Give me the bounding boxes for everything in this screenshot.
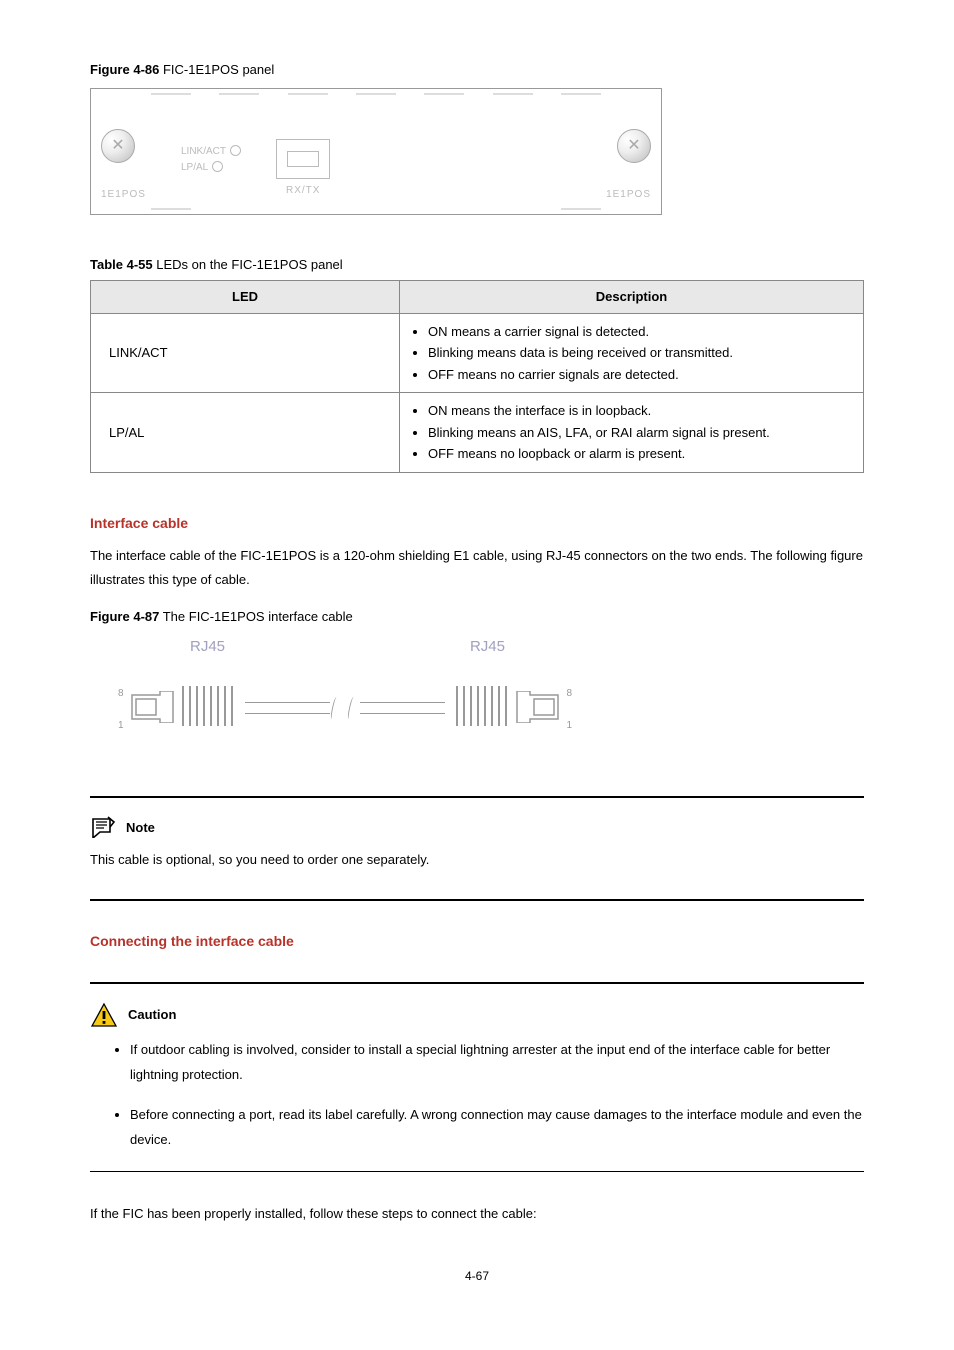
led-lpal-label: LP/AL bbox=[181, 162, 208, 173]
cable-pins-right bbox=[452, 686, 512, 726]
table-row: LINK/ACT ON means a carrier signal is de… bbox=[91, 313, 864, 393]
note-header: Note bbox=[90, 816, 864, 838]
caution-list: If outdoor cabling is involved, consider… bbox=[90, 1038, 864, 1153]
bullet: ON means a carrier signal is detected. bbox=[428, 322, 853, 342]
figure-86-title: FIC-1E1POS panel bbox=[159, 62, 274, 77]
cable-diagram: RJ45 RJ45 8 1 8 1 bbox=[130, 636, 560, 756]
pin-1-right: 1 bbox=[566, 718, 572, 733]
rj45-port-icon bbox=[276, 139, 330, 179]
figure-87-title: The FIC-1E1POS interface cable bbox=[159, 609, 352, 624]
led-indicator-icon bbox=[230, 145, 241, 156]
td-led-name: LP/AL bbox=[91, 393, 400, 473]
note-icon bbox=[90, 816, 116, 838]
cable-break-icon bbox=[330, 696, 360, 720]
bullet: Blinking means an AIS, LFA, or RAI alarm… bbox=[428, 423, 853, 443]
led-indicator-icon bbox=[212, 161, 223, 172]
panel-model-left: 1E1POS bbox=[101, 187, 146, 202]
bullet: OFF means no carrier signals are detecte… bbox=[428, 365, 853, 385]
panel-top-dashes bbox=[151, 93, 601, 95]
caution-label: Caution bbox=[128, 1005, 176, 1025]
td-led-desc: ON means a carrier signal is detected. B… bbox=[400, 313, 864, 393]
table-row: LP/AL ON means the interface is in loopb… bbox=[91, 393, 864, 473]
interface-cable-paragraph: The interface cable of the FIC-1E1POS is… bbox=[90, 544, 864, 593]
note-text: This cable is optional, so you need to o… bbox=[90, 848, 864, 873]
connecting-heading: Connecting the interface cable bbox=[90, 931, 864, 952]
figure-86-label: Figure 4-86 bbox=[90, 62, 159, 77]
rj45-label-left: RJ45 bbox=[190, 636, 225, 659]
led-table: LED Description LINK/ACT ON means a carr… bbox=[90, 280, 864, 473]
bullet: ON means the interface is in loopback. bbox=[428, 401, 853, 421]
separator bbox=[90, 796, 864, 798]
th-led: LED bbox=[91, 281, 400, 314]
table-55-label: Table 4-55 bbox=[90, 257, 153, 272]
table-55-title: LEDs on the FIC-1E1POS panel bbox=[153, 257, 343, 272]
caution-bullet-1: If outdoor cabling is involved, consider… bbox=[130, 1038, 864, 1087]
rj45-label-right: RJ45 bbox=[470, 636, 505, 659]
screw-icon: ✕ bbox=[617, 129, 651, 163]
pin-8-left: 8 bbox=[118, 686, 124, 701]
panel-bottom-dashes bbox=[151, 208, 601, 210]
bullet: Blinking means data is being received or… bbox=[428, 343, 853, 363]
separator bbox=[90, 982, 864, 984]
led-linkact-label: LINK/ACT bbox=[181, 146, 226, 157]
table-55-caption: Table 4-55 LEDs on the FIC-1E1POS panel bbox=[90, 255, 864, 275]
separator bbox=[90, 1171, 864, 1172]
figure-87-caption: Figure 4-87 The FIC-1E1POS interface cab… bbox=[90, 607, 864, 627]
th-description: Description bbox=[400, 281, 864, 314]
fic-panel-diagram: ✕ ✕ LINK/ACT LP/AL RX/TX 1E1POS 1E1POS bbox=[90, 88, 662, 215]
panel-model-right: 1E1POS bbox=[606, 187, 651, 202]
figure-87-label: Figure 4-87 bbox=[90, 609, 159, 624]
panel-led-labels: LINK/ACT LP/AL bbox=[181, 144, 241, 176]
td-led-name: LINK/ACT bbox=[91, 313, 400, 393]
rj45-connector-icon bbox=[515, 691, 560, 723]
rj45-connector-icon bbox=[130, 691, 175, 723]
bullet: OFF means no loopback or alarm is presen… bbox=[428, 444, 853, 464]
screw-icon: ✕ bbox=[101, 129, 135, 163]
pin-8-right: 8 bbox=[566, 686, 572, 701]
separator bbox=[90, 899, 864, 901]
note-label: Note bbox=[126, 818, 155, 838]
cable-pins-left bbox=[178, 686, 238, 726]
pin-1-left: 1 bbox=[118, 718, 124, 733]
caution-icon bbox=[90, 1002, 118, 1028]
caution-bullet-2: Before connecting a port, read its label… bbox=[130, 1103, 864, 1152]
page-number: 4-67 bbox=[90, 1267, 864, 1285]
figure-86-caption: Figure 4-86 FIC-1E1POS panel bbox=[90, 60, 864, 80]
port-label: RX/TX bbox=[286, 183, 320, 198]
caution-header: Caution bbox=[90, 1002, 864, 1028]
td-led-desc: ON means the interface is in loopback. B… bbox=[400, 393, 864, 473]
interface-cable-heading: Interface cable bbox=[90, 513, 864, 534]
closing-paragraph: If the FIC has been properly installed, … bbox=[90, 1202, 864, 1227]
